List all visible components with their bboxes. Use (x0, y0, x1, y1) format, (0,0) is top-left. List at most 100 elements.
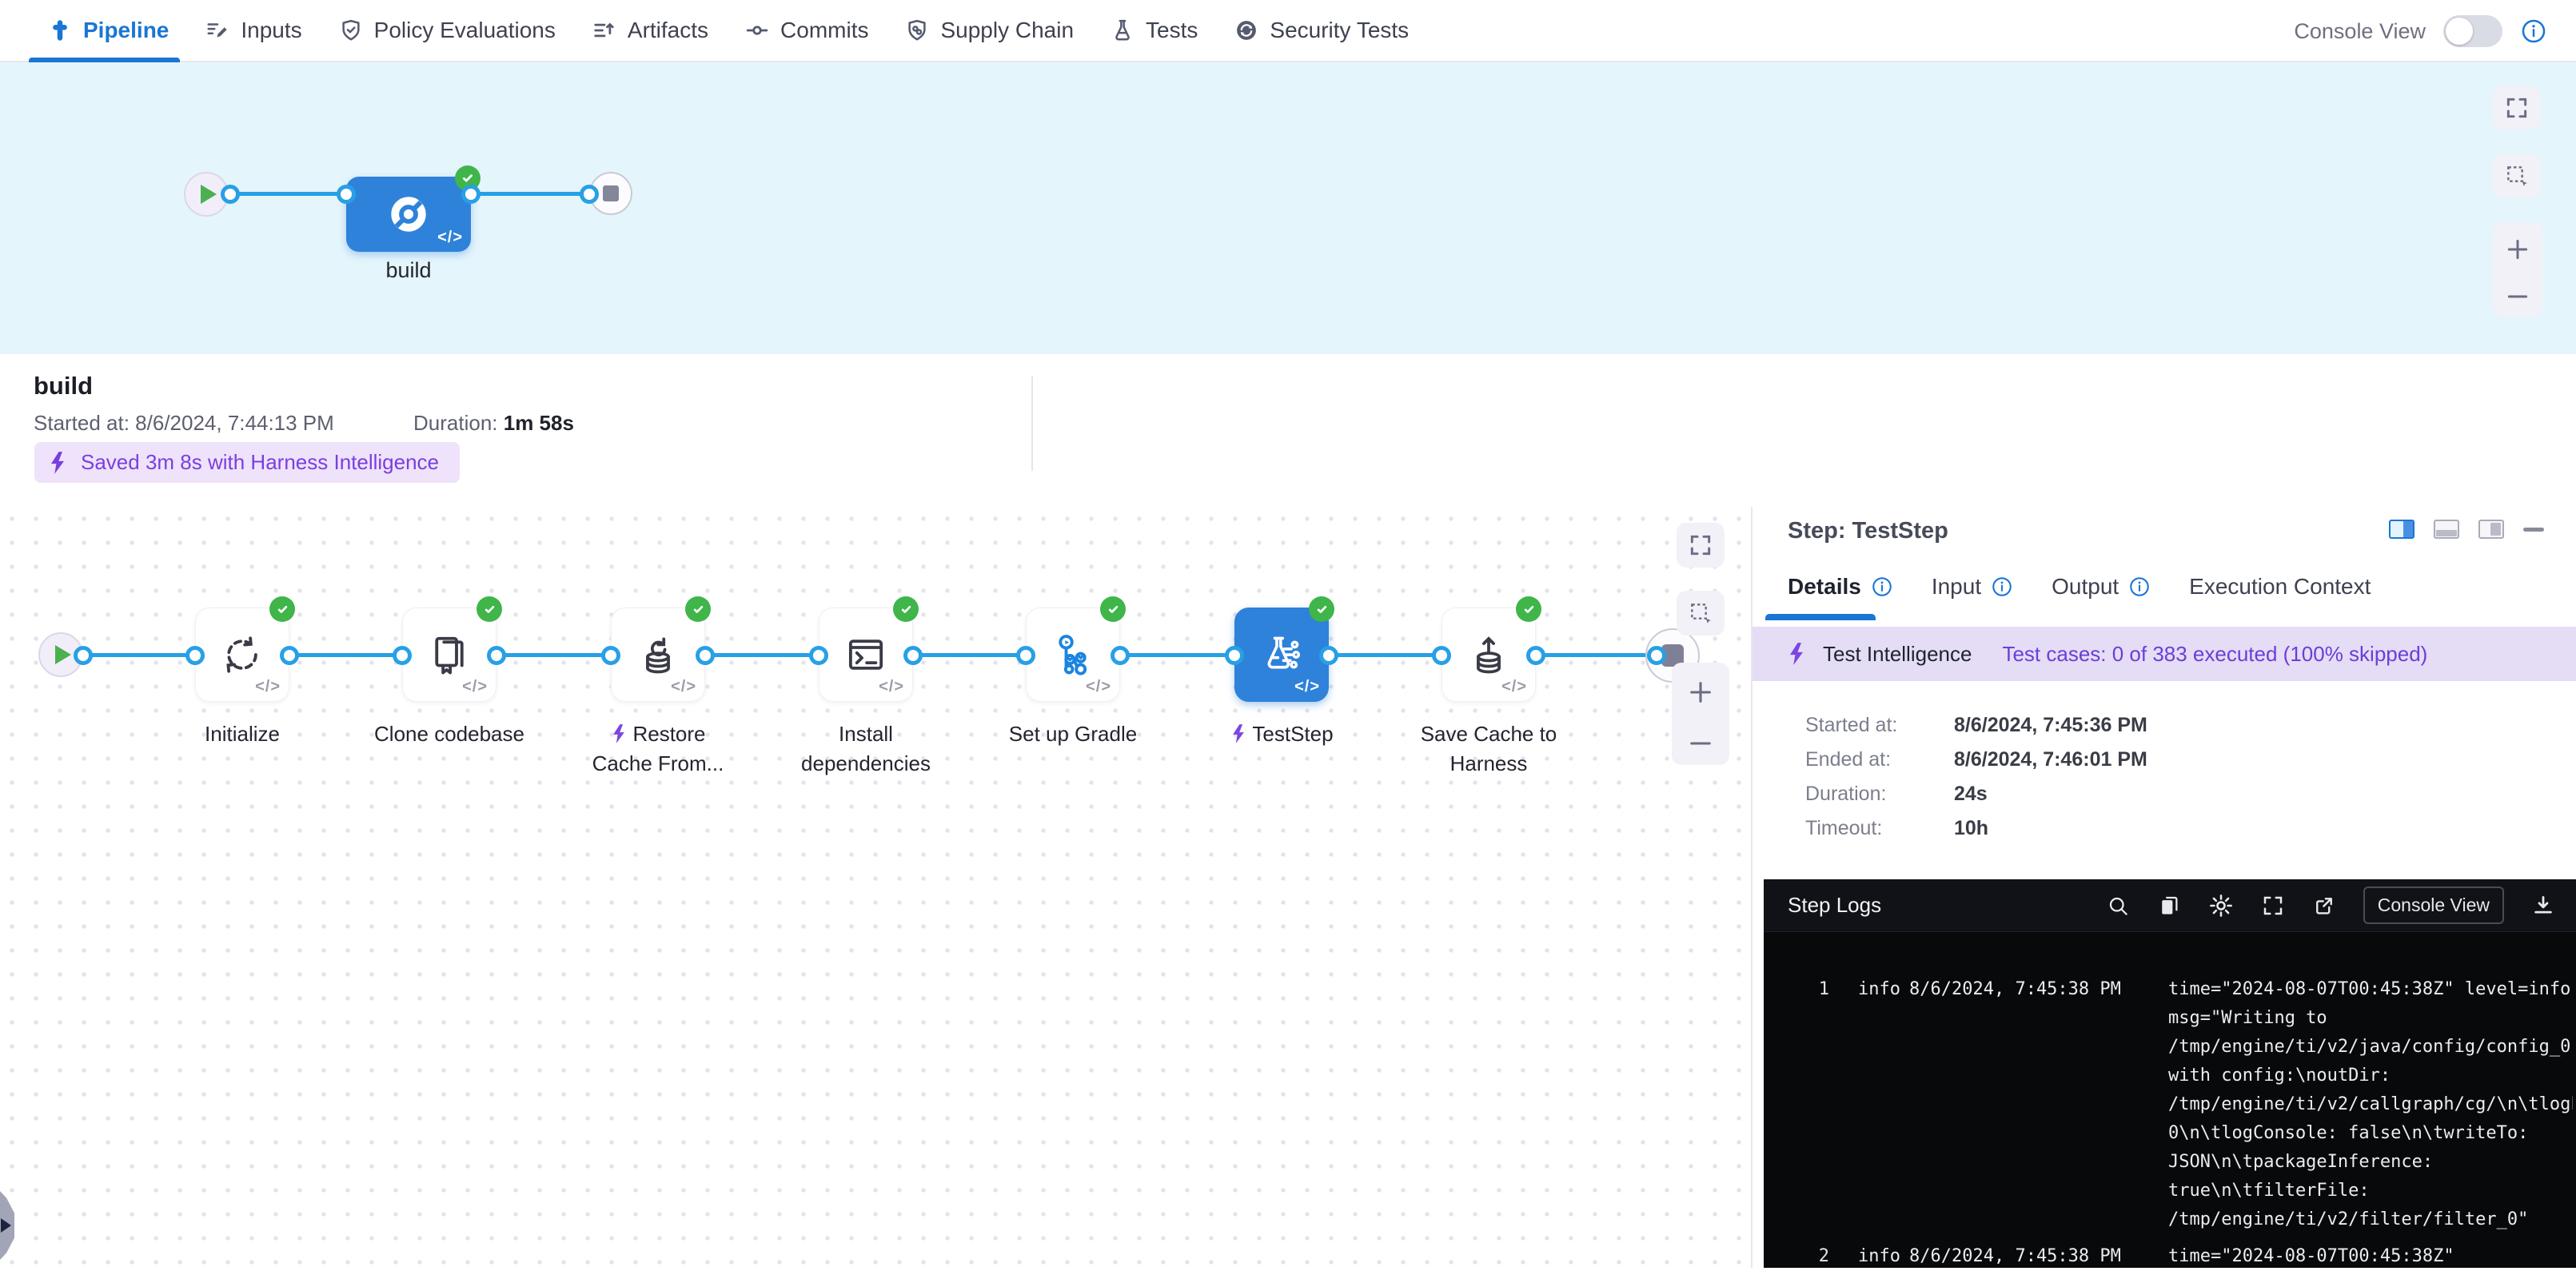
tab-label: Commits (780, 18, 868, 43)
step-label-line: dependencies (762, 749, 970, 779)
log-message-line: true\n\tfilterFile: (2168, 1177, 2573, 1205)
test-intelligence-banner[interactable]: Test Intelligence Test cases: 0 of 383 e… (1753, 627, 2576, 681)
download-icon[interactable] (2531, 894, 2555, 918)
inputs-icon (205, 18, 229, 42)
build-stage-icon (386, 192, 431, 237)
tab-commits[interactable]: Commits (745, 0, 868, 61)
tab-inputs[interactable]: Inputs (205, 0, 301, 61)
selection-tool-button[interactable] (2493, 154, 2541, 197)
log-message-line: msg="Writing to (2168, 1004, 2573, 1033)
tab-execution-context[interactable]: Execution Context (2189, 574, 2371, 620)
layout-split-right-button[interactable] (2389, 520, 2415, 539)
zoom-in-button[interactable] (1687, 679, 1714, 706)
tab-security-tests[interactable]: Security Tests (1234, 0, 1409, 61)
step-node-save-cache[interactable]: </> (1442, 608, 1536, 702)
tab-tests[interactable]: Tests (1111, 0, 1198, 61)
stop-icon (603, 185, 619, 201)
log-line-number: 1 (1808, 975, 1829, 1234)
shield-check-icon (339, 18, 363, 42)
connector-port (280, 646, 299, 665)
zoom-in-button[interactable] (2505, 237, 2530, 262)
minimize-panel-button[interactable] (2523, 528, 2544, 532)
fullscreen-button[interactable] (2493, 86, 2541, 129)
connector-port (696, 646, 715, 665)
step-label-text: TestStep (1252, 722, 1333, 746)
selection-tool-button[interactable] (1677, 591, 1725, 636)
security-tests-icon (1234, 18, 1258, 42)
step-label-line: TestStep (1178, 719, 1386, 749)
copy-icon[interactable] (2157, 894, 2181, 918)
step-label-line: Harness (1385, 749, 1593, 779)
log-message-line: time="2024-08-07T00:45:38Z" level=info (2168, 975, 2573, 1004)
detail-row-timeout: Timeout: 10h (1805, 811, 2147, 846)
connector-port (337, 185, 356, 204)
gradle-plugin-icon (1050, 632, 1096, 678)
connector-port (1647, 646, 1666, 665)
console-view-toggle[interactable] (2443, 15, 2502, 47)
connector-port (74, 646, 93, 665)
code-icon: </> (462, 678, 488, 696)
step-node-set-up-gradle[interactable]: </> (1026, 608, 1120, 702)
info-icon[interactable] (2520, 18, 2547, 45)
expand-left-panel-handle[interactable] (0, 1191, 14, 1260)
detail-value: 8/6/2024, 7:45:36 PM (1954, 714, 2147, 737)
tab-artifacts[interactable]: Artifacts (592, 0, 708, 61)
terminal-icon (844, 633, 887, 676)
tab-output[interactable]: Output (2052, 574, 2151, 620)
tab-details[interactable]: Details (1788, 574, 1893, 620)
zoom-out-button[interactable] (2505, 291, 2530, 302)
open-in-new-icon[interactable] (2312, 894, 2336, 918)
log-message-line: 0\n\tlogConsole: false\n\twriteTo: (2168, 1119, 2573, 1148)
connector-port (221, 185, 240, 204)
settings-gear-icon[interactable] (2208, 893, 2234, 918)
tab-label: Artifacts (628, 18, 708, 43)
save-cache-icon (1466, 632, 1511, 677)
step-node-install-dependencies[interactable]: </> (819, 608, 913, 702)
tab-label: Tests (1146, 18, 1198, 43)
connector-port (1111, 646, 1130, 665)
step-node-restore-cache[interactable]: </> (611, 608, 705, 702)
step-node-clone-codebase[interactable]: </> (402, 608, 496, 702)
step-node-initialize[interactable]: </> (195, 608, 289, 702)
search-icon[interactable] (2106, 894, 2130, 918)
duration-label: Duration: (413, 411, 504, 435)
detail-label: Started at: (1805, 714, 1954, 737)
tab-input[interactable]: Input (1932, 574, 2013, 620)
stage-graph-canvas[interactable]: </> build (0, 62, 2576, 354)
log-message-line: /tmp/engine/ti/v2/callgraph/cg/\n\tlogL (2168, 1090, 2573, 1119)
fullscreen-button[interactable] (1677, 523, 1725, 568)
play-icon (201, 185, 217, 204)
success-badge (893, 596, 919, 622)
tab-supply-chain[interactable]: Supply Chain (905, 0, 1074, 61)
zoom-out-button[interactable] (1687, 738, 1714, 749)
connector-port (1016, 646, 1035, 665)
test-intelligence-icon (1258, 632, 1305, 678)
step-label-clone-codebase: Clone codebase (345, 719, 553, 749)
log-message: time="2024-08-07T00:45:38Z" level=info m… (2168, 975, 2573, 1234)
step-node-teststep[interactable]: </> (1234, 608, 1329, 702)
step-detail-panel: Step: TestStep Details Input Output Exec… (1751, 507, 2576, 1268)
code-icon: </> (671, 678, 696, 696)
harness-intelligence-badge[interactable]: Saved 3m 8s with Harness Intelligence (34, 442, 460, 483)
stage-summary: build Started at: 8/6/2024, 7:44:13 PM D… (0, 354, 2576, 507)
step-logs-panel: Step Logs Console View 1 info 8/6/2024, … (1764, 879, 2576, 1268)
artifacts-icon (592, 18, 616, 42)
divider (1031, 377, 1033, 471)
tab-policy-evaluations[interactable]: Policy Evaluations (339, 0, 556, 61)
lightning-icon (47, 451, 68, 475)
layout-right-button[interactable] (2478, 520, 2504, 539)
lightning-icon (1786, 642, 1807, 666)
detail-value: 8/6/2024, 7:46:01 PM (1954, 748, 2147, 771)
tab-pipeline[interactable]: Pipeline (48, 0, 169, 61)
console-view-button[interactable]: Console View (2363, 887, 2504, 924)
info-icon (2128, 576, 2151, 598)
stage-node-build[interactable]: </> (346, 177, 471, 252)
fullscreen-icon[interactable] (2261, 894, 2285, 918)
clone-codebase-icon (428, 633, 471, 676)
layout-bottom-button[interactable] (2434, 520, 2459, 539)
log-output[interactable]: 1 info 8/6/2024, 7:45:38 PM time="2024-0… (1764, 932, 2576, 1271)
step-label-line: Restore (554, 719, 762, 749)
step-label-teststep: TestStep (1178, 719, 1386, 749)
started-at-text: Started at: 8/6/2024, 7:44:13 PM (34, 411, 334, 436)
step-graph-canvas[interactable]: </> Initialize </> Clone codebase </> Re… (0, 507, 1751, 1268)
